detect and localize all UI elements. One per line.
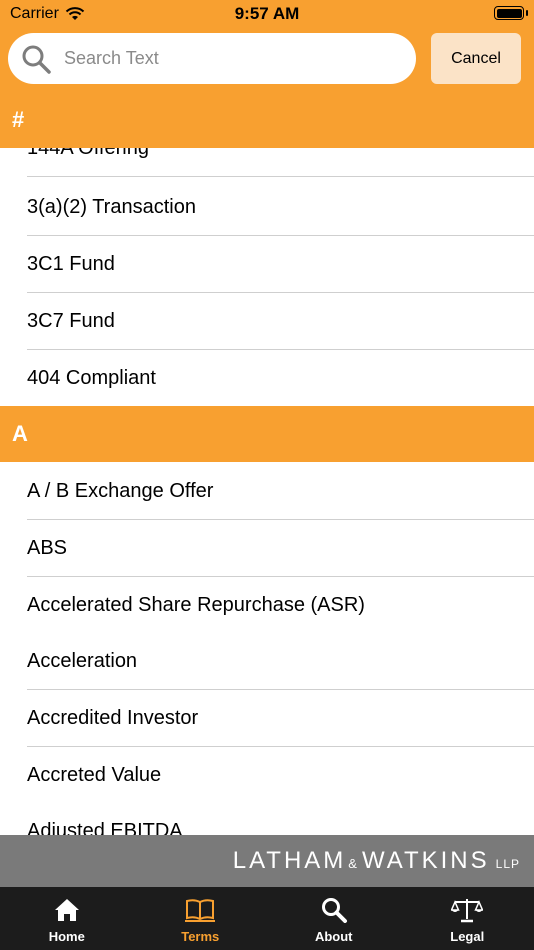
scales-icon <box>451 899 484 923</box>
section-header-hash: # <box>0 92 534 148</box>
list-item[interactable]: 3C7 Fund <box>0 293 534 350</box>
terms-list[interactable]: 144A Offering # 3(a)(2) Transaction 3C1 … <box>0 92 534 835</box>
battery-icon <box>494 6 524 20</box>
brand-name-right: WATKINS <box>361 847 490 874</box>
brand-bar: LATHAM & WATKINS LLP <box>0 835 534 887</box>
tab-terms-label: Terms <box>181 929 220 944</box>
list-item[interactable]: 3(a)(2) Transaction <box>0 179 534 236</box>
cancel-button[interactable]: Cancel <box>431 33 521 84</box>
list-item[interactable]: Accreted Value <box>0 747 534 804</box>
list-item[interactable]: Adjusted EBITDA <box>0 803 534 835</box>
tab-terms[interactable]: Terms <box>134 887 268 950</box>
list-item[interactable]: 3C1 Fund <box>0 236 534 293</box>
list-item[interactable]: A / B Exchange Offer <box>0 463 534 520</box>
search-bar: Cancel <box>0 28 534 92</box>
home-icon <box>54 899 79 921</box>
brand-suffix: LLP <box>495 857 520 871</box>
search-input[interactable] <box>64 48 384 69</box>
list-item[interactable]: Accredited Investor <box>0 690 534 747</box>
tab-legal-label: Legal <box>450 929 485 944</box>
status-bar: Carrier 9:57 AM <box>0 0 534 28</box>
list-item[interactable]: Acceleration <box>0 633 534 690</box>
tab-bar: Home Terms About Legal <box>0 887 534 950</box>
book-icon <box>185 899 216 922</box>
search-icon <box>22 45 51 74</box>
tab-legal[interactable]: Legal <box>401 887 534 950</box>
tab-about-label: About <box>314 929 353 944</box>
status-time: 9:57 AM <box>234 4 300 23</box>
search-field[interactable] <box>8 33 416 84</box>
tab-home[interactable]: Home <box>0 887 134 950</box>
list-item[interactable]: ABS <box>0 520 534 577</box>
section-header-a: A <box>0 406 534 462</box>
battery-tip <box>526 10 528 16</box>
brand-name-left: LATHAM <box>232 847 347 874</box>
brand-ampersand: & <box>348 856 360 871</box>
list-item[interactable]: 404 Compliant <box>0 350 534 407</box>
list-item[interactable]: Accelerated Share Repurchase (ASR) <box>0 577 534 634</box>
tab-about[interactable]: About <box>267 887 401 950</box>
tab-home-label: Home <box>48 929 85 944</box>
magnifier-icon <box>321 898 347 923</box>
brand-logo: LATHAM & WATKINS LLP <box>233 847 520 875</box>
